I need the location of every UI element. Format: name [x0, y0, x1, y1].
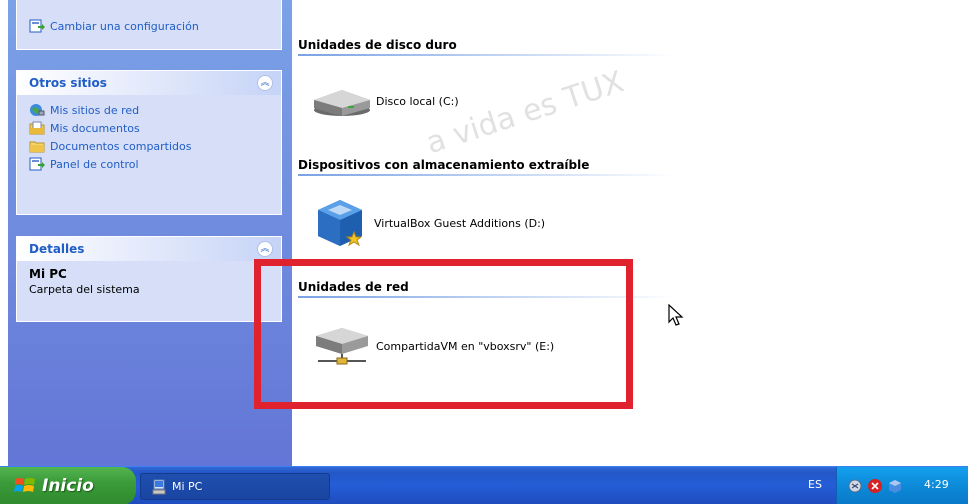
annotation-highlight-box — [254, 259, 633, 409]
sidebar-link-label: Cambiar una configuración — [50, 19, 199, 33]
taskbar-window-label: Mi PC — [172, 480, 203, 493]
sidebar-link-mis-sitios-de-red[interactable]: Mis sitios de red — [29, 101, 269, 119]
drive-label: VirtualBox Guest Additions (D:) — [374, 216, 546, 230]
my-documents-icon — [29, 121, 45, 135]
drive-label: Disco local (C:) — [376, 94, 459, 108]
my-computer-icon — [152, 479, 166, 494]
start-button[interactable]: Inicio — [0, 467, 136, 504]
collapse-icon[interactable]: ︽ — [257, 241, 273, 257]
otros-sitios-header[interactable]: Otros sitios ︽ — [17, 71, 281, 95]
network-status-icon[interactable] — [847, 478, 863, 494]
network-places-icon — [30, 104, 45, 116]
screen: Cambiar una configuración Otros sitios ︽… — [0, 0, 968, 504]
folder-icon — [29, 141, 45, 153]
detalles-title: Detalles — [29, 242, 85, 256]
group-divider — [298, 174, 678, 176]
virtualbox-tray-icon[interactable] — [887, 478, 903, 494]
group-title: Dispositivos con almacenamiento extraíbl… — [298, 158, 590, 172]
sidebar-link-mis-documentos[interactable]: Mis documentos — [29, 119, 269, 137]
sidebar-link-documentos-compartidos[interactable]: Documentos compartidos — [29, 137, 269, 155]
mouse-cursor-icon — [668, 304, 684, 326]
window-edge — [0, 0, 8, 466]
taskbar-window-mi-pc[interactable]: Mi PC — [140, 473, 330, 500]
details-item-description: Carpeta del sistema — [29, 283, 140, 296]
group-header-removable: Dispositivos con almacenamiento extraíbl… — [298, 154, 678, 176]
collapse-icon[interactable]: ︽ — [257, 75, 273, 91]
sidebar-link-label: Mis sitios de red — [50, 103, 140, 117]
sidebar-link-label: Panel de control — [50, 157, 139, 171]
sidebar-link-cambiar-configuracion[interactable]: Cambiar una configuración — [29, 17, 269, 35]
windows-logo-icon — [14, 478, 35, 492]
virtualbox-cd-icon — [318, 200, 363, 247]
control-panel-icon — [29, 157, 45, 171]
drive-d[interactable]: VirtualBox Guest Additions (D:) — [312, 196, 545, 250]
detalles-header[interactable]: Detalles ︽ — [17, 237, 281, 261]
clock[interactable]: 4:29 — [924, 478, 949, 491]
security-shield-icon[interactable] — [867, 478, 883, 494]
group-divider — [298, 54, 678, 56]
otros-sitios-title: Otros sitios — [29, 76, 107, 90]
drive-c[interactable]: Disco local (C:) — [312, 84, 459, 118]
control-panel-icon — [29, 19, 45, 33]
detalles-box: Detalles ︽ Mi PC Carpeta del sistema — [16, 236, 282, 322]
sidebar-link-label: Documentos compartidos — [50, 139, 192, 153]
language-indicator[interactable]: ES — [808, 478, 822, 491]
taskbar: Inicio Mi PC ES 4:29 — [0, 466, 968, 504]
sidebar-link-panel-de-control[interactable]: Panel de control — [29, 155, 269, 173]
hard-disk-icon — [314, 90, 370, 116]
details-item-name: Mi PC — [29, 267, 67, 281]
sidebar-link-label: Mis documentos — [50, 121, 140, 135]
group-header-hard-disks: Unidades de disco duro — [298, 34, 678, 56]
group-title: Unidades de disco duro — [298, 38, 457, 52]
start-label: Inicio — [42, 476, 94, 496]
system-tasks-box: Cambiar una configuración — [16, 0, 282, 50]
sidebar: Cambiar una configuración Otros sitios ︽… — [8, 0, 292, 466]
otros-sitios-box: Otros sitios ︽ Mis sitios de red Mis doc… — [16, 70, 282, 215]
